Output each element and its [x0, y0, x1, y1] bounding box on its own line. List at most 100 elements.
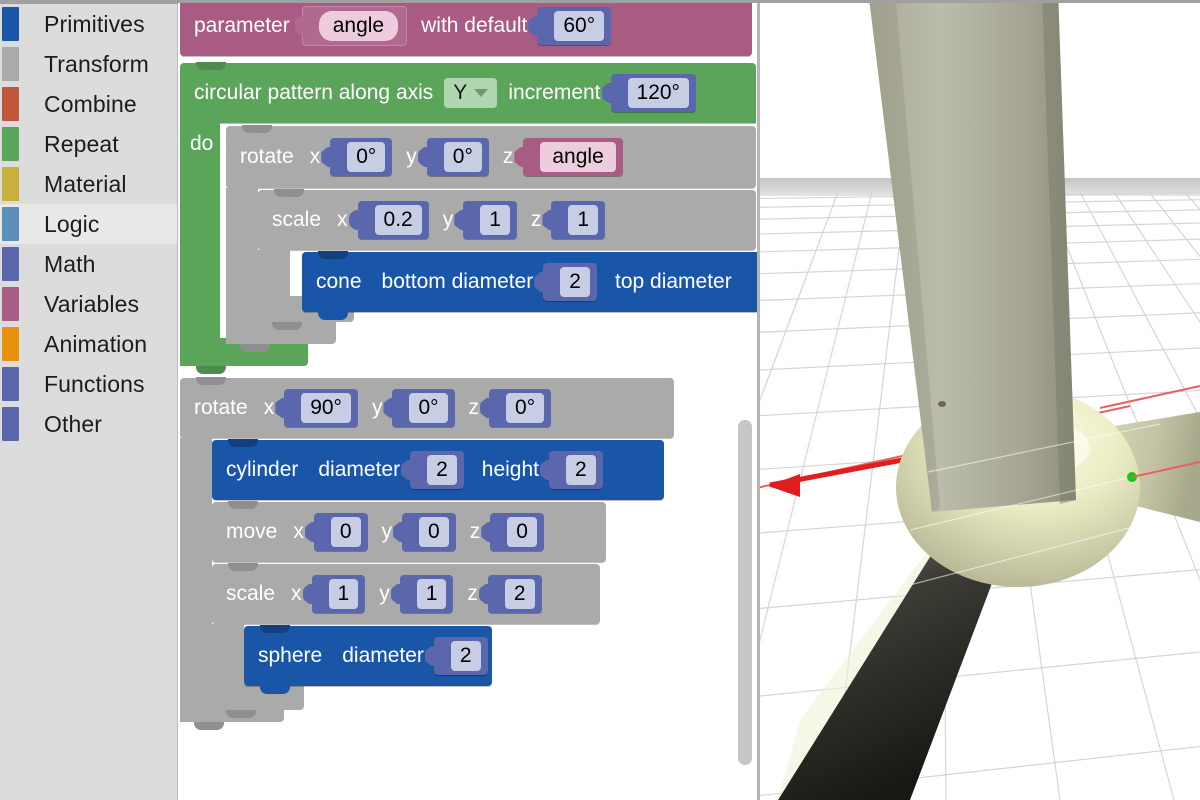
3d-viewport[interactable] [760, 0, 1200, 800]
block-rotate-inner[interactable]: rotate x 0° y 0° z angle [226, 125, 756, 188]
circular-pattern-body-spine [180, 123, 220, 355]
cone-bottom-diameter-field[interactable]: 2 [560, 266, 590, 298]
category-label: Repeat [44, 130, 119, 157]
block-notch [228, 439, 258, 447]
toolbox-category-variables[interactable]: Variables [0, 284, 177, 324]
toolbox-category-other[interactable]: Other [0, 404, 177, 444]
category-label: Logic [44, 210, 100, 237]
axis-y-label: y [381, 520, 393, 543]
block-move[interactable]: move x 0 y 0 z 0 [212, 501, 606, 562]
block-cone[interactable]: cone bottom diameter 2 top diameter [302, 251, 760, 320]
scale-outer-bottom-arm [212, 684, 304, 718]
rotate-outer-y-socket[interactable]: 0° [392, 389, 455, 427]
cone-bottom-diameter-socket[interactable]: 2 [543, 263, 597, 301]
move-z-socket[interactable]: 0 [490, 513, 544, 551]
sphere-diameter-socket[interactable]: 2 [433, 637, 488, 675]
cylinder-height-label: height [481, 458, 539, 481]
category-color-swatch [2, 367, 19, 401]
workspace-vertical-scrollbar[interactable] [738, 420, 752, 765]
cylinder-diameter-socket[interactable]: 2 [410, 451, 464, 489]
rotate-outer-spine [180, 438, 212, 722]
block-notch [228, 563, 258, 571]
rotate-z-variable-socket[interactable]: angle [523, 138, 623, 176]
parameter-default-socket[interactable]: 60° [537, 7, 612, 45]
block-circular-pattern-header[interactable]: circular pattern along axis Y increment … [180, 62, 756, 123]
toolbox-category-material[interactable]: Material [0, 164, 177, 204]
scale-z-socket[interactable]: 1 [551, 201, 606, 239]
block-sphere[interactable]: sphere diameter 2 [244, 625, 492, 694]
block-parameter[interactable]: parameter angle with default 60° [180, 0, 752, 56]
sphere-diameter-field[interactable]: 2 [450, 640, 481, 672]
scale-outer-x-field[interactable]: 1 [328, 578, 359, 610]
rotate-x-socket[interactable]: 0° [330, 138, 393, 176]
toolbox-category-animation[interactable]: Animation [0, 324, 177, 364]
rotate-outer-z-socket[interactable]: 0° [489, 389, 552, 427]
rotate-outer-x-field[interactable]: 90° [301, 392, 351, 424]
axis-z-label: z [530, 208, 542, 231]
move-x-socket[interactable]: 0 [313, 513, 368, 551]
category-color-swatch [2, 407, 19, 441]
cylinder-height-socket[interactable]: 2 [548, 451, 603, 489]
cylinder-height-field[interactable]: 2 [565, 454, 596, 486]
toolbox-category-math[interactable]: Math [0, 244, 177, 284]
rotate-x-field[interactable]: 0° [347, 141, 386, 173]
block-rotate-outer[interactable]: rotate x 90° y 0° z 0° [180, 377, 674, 438]
increment-label: increment [508, 81, 601, 104]
scale-outer-x-socket[interactable]: 1 [311, 575, 366, 613]
rotate-z-variable-field[interactable]: angle [540, 141, 616, 173]
rotate-inner-spine [226, 188, 258, 334]
toolbox-category-repeat[interactable]: Repeat [0, 124, 177, 164]
scale-z-field[interactable]: 1 [568, 204, 599, 236]
axis-x-label: x [293, 520, 304, 543]
toolbox-category-logic[interactable]: Logic [0, 204, 177, 244]
block-notch [196, 377, 226, 385]
move-z-field[interactable]: 0 [507, 516, 537, 548]
axis-x-label: x [291, 582, 302, 605]
scale-x-field[interactable]: 0.2 [374, 204, 422, 236]
cylinder-label: cylinder [226, 458, 299, 481]
parameter-default-field[interactable]: 60° [554, 10, 605, 42]
move-y-socket[interactable]: 0 [402, 513, 456, 551]
toolbox-category-functions[interactable]: Functions [0, 364, 177, 404]
toolbox-category-combine[interactable]: Combine [0, 84, 177, 124]
block-cylinder[interactable]: cylinder diameter 2 height 2 [212, 439, 664, 500]
parameter-name-field[interactable]: angle [318, 11, 399, 41]
toolbox-category-transform[interactable]: Transform [0, 44, 177, 84]
circular-pattern-label: circular pattern along axis [194, 81, 434, 104]
scale-outer-z-field[interactable]: 2 [504, 578, 535, 610]
rotate-outer-z-field[interactable]: 0° [506, 392, 545, 424]
category-color-swatch [2, 7, 19, 41]
category-color-swatch [2, 87, 19, 121]
axis-dropdown[interactable]: Y [444, 78, 498, 108]
block-scale-inner[interactable]: scale x 0.2 y 1 z 1 [258, 189, 756, 250]
move-x-field[interactable]: 0 [330, 516, 361, 548]
scale-outer-z-socket[interactable]: 2 [487, 575, 542, 613]
rotate-outer-x-socket[interactable]: 90° [284, 389, 358, 427]
increment-field[interactable]: 120° [627, 77, 689, 109]
block-notch [274, 189, 304, 197]
category-label: Animation [44, 330, 148, 357]
app-root: Primitives Transform Combine Repeat Mate… [0, 0, 1200, 800]
scale-y-field[interactable]: 1 [480, 204, 510, 236]
cylinder-diameter-field[interactable]: 2 [427, 454, 457, 486]
block-scale-outer[interactable]: scale x 1 y 1 z 2 [212, 563, 600, 624]
scale-outer-y-socket[interactable]: 1 [399, 575, 454, 613]
rotate-y-socket[interactable]: 0° [426, 138, 489, 176]
scale-y-socket[interactable]: 1 [463, 201, 517, 239]
axis-y-label: y [379, 582, 390, 605]
rotate-y-field[interactable]: 0° [443, 141, 482, 173]
block-notch [196, 62, 226, 70]
toolbox-category-primitives[interactable]: Primitives [0, 4, 177, 44]
scale-outer-y-field[interactable]: 1 [416, 578, 447, 610]
rotate-outer-y-field[interactable]: 0° [409, 392, 448, 424]
move-y-field[interactable]: 0 [419, 516, 449, 548]
axis-y-label: y [406, 145, 417, 168]
parameter-name-socket[interactable]: angle [301, 6, 408, 46]
chevron-down-icon [474, 89, 489, 97]
cone-bottom-diameter-label: bottom diameter [381, 270, 534, 293]
scale-x-socket[interactable]: 0.2 [357, 201, 429, 239]
sphere-label: sphere [258, 644, 323, 667]
blocks-workspace[interactable]: parameter angle with default 60° circula… [178, 0, 760, 800]
increment-socket[interactable]: 120° [610, 74, 696, 112]
workspace-viewport-divider [757, 0, 760, 800]
